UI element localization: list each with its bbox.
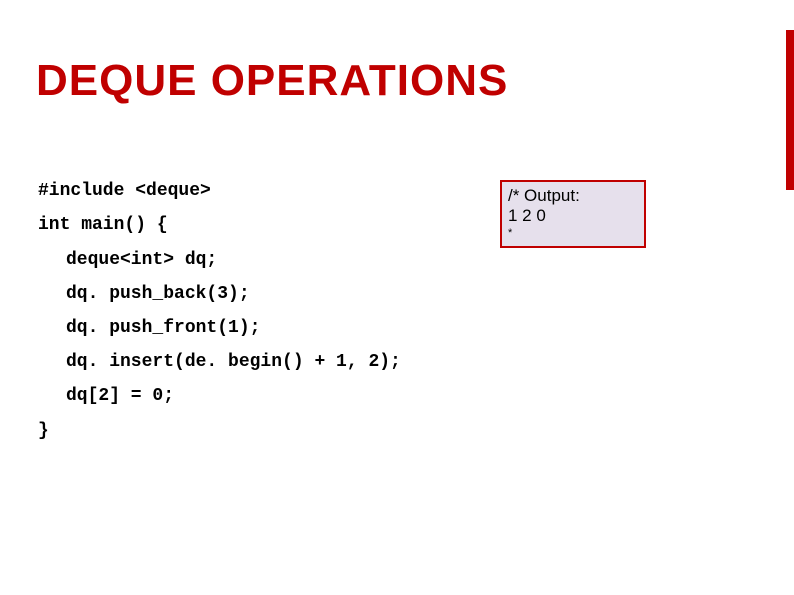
output-line: *: [508, 227, 638, 240]
code-line: dq. push_front(1);: [38, 311, 260, 345]
code-line: dq. insert(de. begin() + 1, 2);: [38, 345, 401, 379]
code-line: dq. push_back(3);: [38, 277, 250, 311]
output-line: 1 2 0: [508, 206, 638, 226]
code-line: }: [38, 421, 49, 441]
code-block: #include <deque> int main() { deque<int>…: [38, 140, 401, 448]
code-line: int main() {: [38, 215, 168, 235]
slide: DEQUE OPERATIONS #include <deque> int ma…: [0, 0, 794, 595]
code-line: dq[2] = 0;: [38, 379, 174, 413]
output-line: /* Output:: [508, 186, 638, 206]
output-box: /* Output: 1 2 0 *: [500, 180, 646, 248]
accent-bar: [786, 30, 794, 190]
slide-title: DEQUE OPERATIONS: [36, 56, 508, 106]
code-line: #include <deque>: [38, 181, 211, 201]
code-line: deque<int> dq;: [38, 243, 217, 277]
